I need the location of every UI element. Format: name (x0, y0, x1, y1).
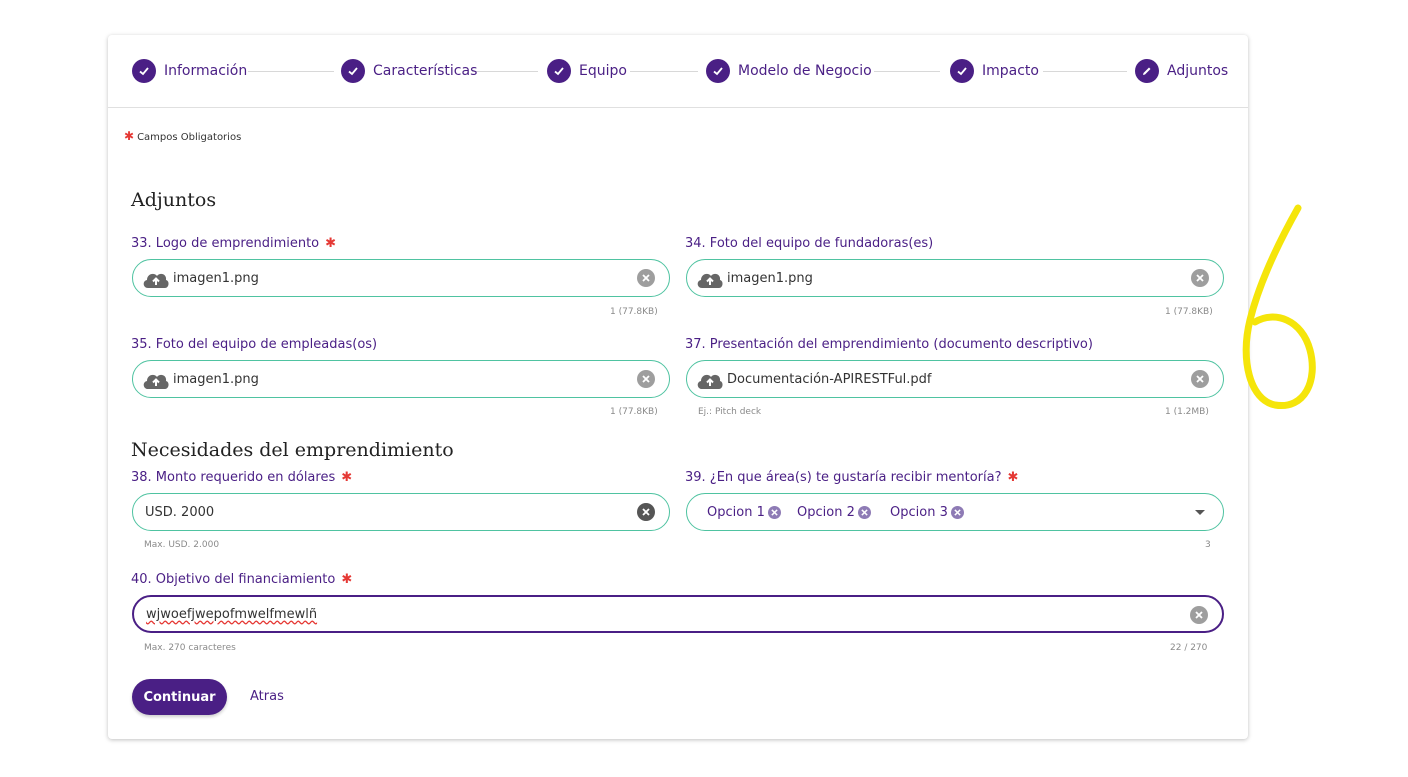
required-star-icon: ✱ (341, 470, 353, 485)
form-card: Información Características Equipo Model… (108, 35, 1248, 739)
file-count: 1 (77.8KB) (610, 407, 658, 417)
step-label: Modelo de Negocio (738, 63, 872, 79)
check-icon (706, 59, 730, 83)
amount-input[interactable]: USD. 2000 (132, 493, 670, 531)
chip-opcion-3: Opcion 3 (890, 505, 964, 520)
objective-value: wjwoefjwepofmwelfmewlñ (146, 606, 318, 622)
required-star-icon: ✱ (341, 572, 353, 587)
field-label-mentorship: 39. ¿En que área(s) te gustaría recibir … (685, 470, 1019, 485)
step-label: Equipo (579, 63, 627, 79)
selection-count: 3 (1205, 540, 1211, 550)
cloud-upload-icon (697, 374, 723, 389)
check-icon (132, 59, 156, 83)
file-name: imagen1.png (727, 270, 813, 286)
step-connector (874, 71, 940, 72)
required-star-icon: ✱ (325, 236, 337, 251)
chip-remove-icon[interactable] (950, 506, 964, 519)
clear-icon[interactable] (637, 269, 655, 287)
file-name: Documentación-APIRESTFul.pdf (727, 371, 932, 387)
file-count: 1 (1.2MB) (1165, 407, 1209, 417)
chip-opcion-1: Opcion 1 (707, 505, 781, 520)
file-count: 1 (77.8KB) (610, 307, 658, 317)
cloud-upload-icon (143, 273, 169, 288)
clear-icon[interactable] (1190, 606, 1208, 624)
pencil-icon (1135, 59, 1159, 83)
back-link[interactable]: Atras (250, 689, 284, 704)
character-counter: 22 / 270 (1170, 643, 1208, 653)
clear-icon[interactable] (637, 503, 655, 521)
check-icon (547, 59, 571, 83)
step-connector (1043, 71, 1127, 72)
required-fields-note: ✱ Campos Obligatorios (124, 129, 242, 143)
step-label: Adjuntos (1167, 63, 1229, 79)
required-star-icon: ✱ (124, 129, 135, 143)
cloud-upload-icon (697, 273, 723, 288)
dropdown-arrow-icon[interactable] (1195, 510, 1205, 515)
field-label-amount: 38. Monto requerido en dólares ✱ (131, 470, 353, 485)
step-modelo-de-negocio[interactable]: Modelo de Negocio (706, 59, 872, 83)
field-label-founders-photo: 34. Foto del equipo de fundadoras(es) (685, 236, 934, 251)
field-label-employees-photo: 35. Foto del equipo de empleadas(os) (131, 337, 378, 352)
field-label-presentation: 37. Presentación del emprendimiento (doc… (685, 337, 1093, 352)
amount-value: USD. 2000 (145, 504, 215, 520)
required-star-icon: ✱ (1007, 470, 1019, 485)
cloud-upload-icon (143, 374, 169, 389)
section-title-necesidades: Necesidades del emprendimiento (131, 439, 454, 461)
check-icon (341, 59, 365, 83)
mentorship-select[interactable]: Opcion 1 Opcion 2 Opcion 3 (686, 493, 1224, 531)
file-name: imagen1.png (173, 270, 259, 286)
step-label: Impacto (982, 63, 1039, 79)
handdrawn-annotation (1242, 204, 1316, 409)
field-hint: Max. USD. 2.000 (144, 540, 220, 550)
logo-upload-field[interactable]: imagen1.png (132, 259, 670, 297)
chip-remove-icon[interactable] (767, 506, 781, 519)
step-label: Información (164, 63, 248, 79)
check-icon (950, 59, 974, 83)
step-equipo[interactable]: Equipo (547, 59, 627, 83)
step-informacion[interactable]: Información (132, 59, 247, 83)
field-label-objective: 40. Objetivo del financiamiento ✱ (131, 572, 353, 587)
founders-photo-upload-field[interactable]: imagen1.png (686, 259, 1224, 297)
file-count: 1 (77.8KB) (1165, 307, 1213, 317)
chip-opcion-2: Opcion 2 (797, 505, 871, 520)
continue-button[interactable]: Continuar (132, 679, 227, 715)
clear-icon[interactable] (1191, 269, 1209, 287)
section-title-adjuntos: Adjuntos (131, 189, 217, 211)
employees-photo-upload-field[interactable]: imagen1.png (132, 360, 670, 398)
clear-icon[interactable] (637, 370, 655, 388)
objective-input[interactable]: wjwoefjwepofmwelfmewlñ (132, 595, 1224, 633)
field-hint: Max. 270 caracteres (144, 643, 236, 653)
stepper: Información Características Equipo Model… (108, 35, 1248, 108)
file-name: imagen1.png (173, 371, 259, 387)
step-connector (248, 71, 334, 72)
chip-remove-icon[interactable] (857, 506, 871, 519)
presentation-upload-field[interactable]: Documentación-APIRESTFul.pdf (686, 360, 1224, 398)
step-impacto[interactable]: Impacto (950, 59, 1039, 83)
field-label-logo: 33. Logo de emprendimiento ✱ (131, 236, 337, 251)
step-adjuntos[interactable]: Adjuntos (1135, 59, 1228, 83)
step-connector (630, 71, 698, 72)
clear-icon[interactable] (1191, 370, 1209, 388)
step-label: Características (373, 63, 478, 79)
step-connector (472, 71, 538, 72)
field-hint: Ej.: Pitch deck (698, 407, 762, 417)
step-caracteristicas[interactable]: Características (341, 59, 477, 83)
